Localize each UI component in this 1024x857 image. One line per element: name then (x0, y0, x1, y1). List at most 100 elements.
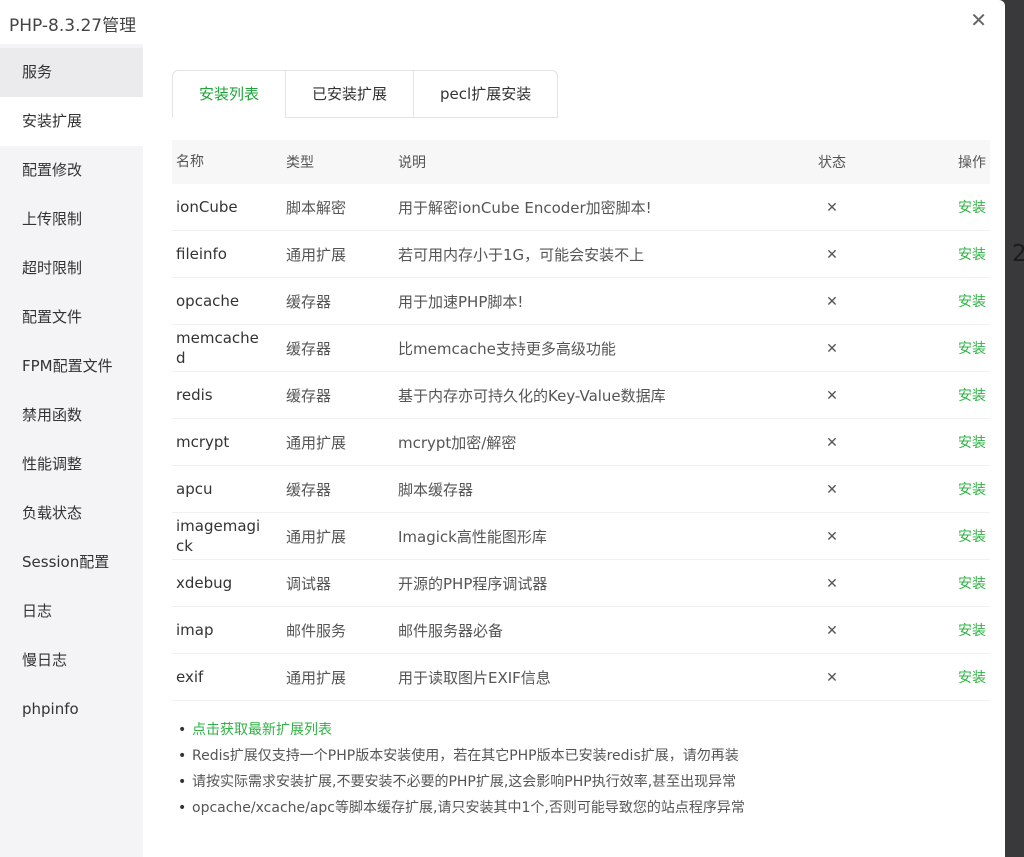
extension-description: 邮件服务器必备 (394, 620, 782, 641)
not-installed-icon: ✕ (826, 529, 838, 545)
extension-type: 缓存器 (282, 385, 394, 406)
extension-description: mcrypt加密/解密 (394, 432, 782, 453)
extension-name: apcu (172, 479, 282, 499)
status-cell: ✕ (782, 480, 882, 498)
install-link[interactable]: 安装 (958, 482, 986, 498)
operation-cell: 安装 (882, 479, 990, 499)
column-header-oper: 操作 (882, 152, 990, 172)
extension-description: Imagick高性能图形库 (394, 526, 782, 547)
install-link[interactable]: 安装 (958, 247, 986, 263)
php-manage-dialog: PHP-8.3.27管理 ✕ 服务安装扩展配置修改上传限制超时限制配置文件FPM… (0, 0, 1005, 857)
install-link[interactable]: 安装 (958, 576, 986, 592)
column-header-type: 类型 (282, 152, 394, 172)
note-text: opcache/xcache/apc等脚本缓存扩展,请只安装其中1个,否则可能导… (192, 795, 745, 821)
sidebar-item-load-status[interactable]: 负载状态 (0, 489, 143, 538)
not-installed-icon: ✕ (826, 388, 838, 404)
status-cell: ✕ (782, 386, 882, 404)
sidebar-item-upload-limit[interactable]: 上传限制 (0, 195, 143, 244)
operation-cell: 安装 (882, 385, 990, 405)
install-link[interactable]: 安装 (958, 388, 986, 404)
extension-type: 缓存器 (282, 479, 394, 500)
extension-type: 邮件服务 (282, 620, 394, 641)
not-installed-icon: ✕ (826, 435, 838, 451)
extension-name: memcached (172, 328, 282, 368)
status-cell: ✕ (782, 527, 882, 545)
table-row-apcu: apcu缓存器脚本缓存器 ✕ 安装 (172, 466, 990, 513)
refresh-extension-list-link[interactable]: 点击获取最新扩展列表 (192, 717, 332, 743)
extension-description: 开源的PHP程序调试器 (394, 573, 782, 594)
sidebar-item-fpm-config-file[interactable]: FPM配置文件 (0, 342, 143, 391)
table-row-ionCube: ionCube脚本解密用于解密ionCube Encoder加密脚本!✕安装 (172, 184, 990, 231)
extension-type: 通用扩展 (282, 526, 394, 547)
operation-cell: 安装 (882, 573, 990, 593)
install-link[interactable]: 安装 (958, 529, 986, 545)
extension-type: 通用扩展 (282, 432, 394, 453)
extension-description: 脚本缓存器 (394, 479, 782, 500)
extension-description: 比memcache支持更多高级功能 (394, 338, 782, 359)
extensions-table: 名称类型说明状态操作 ionCube脚本解密用于解密ionCube Encode… (172, 140, 990, 701)
extension-name: fileinfo (172, 244, 282, 264)
note-item: •opcache/xcache/apc等脚本缓存扩展,请只安装其中1个,否则可能… (172, 795, 1005, 821)
table-row-redis: redis缓存器基于内存亦可持久化的Key-Value数据库✕安装 (172, 372, 990, 419)
bullet-icon: • (178, 769, 192, 795)
operation-cell: 安装 (882, 667, 990, 687)
bullet-icon: • (178, 795, 192, 821)
status-cell: ✕ (782, 339, 882, 357)
sidebar-item-log[interactable]: 日志 (0, 587, 143, 636)
status-cell: ✕ (782, 433, 882, 451)
extension-description: 用于读取图片EXIF信息 (394, 667, 782, 688)
sidebar-item-service[interactable]: 服务 (0, 48, 143, 97)
note-item: •Redis扩展仅支持一个PHP版本安装使用，若在其它PHP版本已安装redis… (172, 743, 1005, 769)
not-installed-icon: ✕ (826, 294, 838, 310)
column-header-desc: 说明 (394, 152, 782, 172)
table-row-imap: imap邮件服务邮件服务器必备✕安装 (172, 607, 990, 654)
sidebar-item-slow-log[interactable]: 慢日志 (0, 636, 143, 685)
extension-name: redis (172, 385, 282, 405)
table-row-memcached: memcached缓存器比memcache支持更多高级功能✕安装 (172, 325, 990, 372)
tab-install-list[interactable]: 安装列表 (172, 70, 286, 118)
install-link[interactable]: 安装 (958, 200, 986, 216)
column-header-name: 名称 (172, 152, 282, 172)
extension-name: mcrypt (172, 432, 282, 452)
tab-bar: 安装列表已安装扩展pecl扩展安装 (172, 70, 558, 118)
not-installed-icon: ✕ (826, 576, 838, 592)
operation-cell: 安装 (882, 526, 990, 546)
install-link[interactable]: 安装 (958, 623, 986, 639)
install-link[interactable]: 安装 (958, 341, 986, 357)
not-installed-icon: ✕ (826, 200, 838, 216)
sidebar-item-config-file[interactable]: 配置文件 (0, 293, 143, 342)
install-link[interactable]: 安装 (958, 294, 986, 310)
tab-pecl-ext-install[interactable]: pecl扩展安装 (414, 70, 558, 118)
not-installed-icon: ✕ (826, 623, 838, 639)
sidebar-item-performance-tuning[interactable]: 性能调整 (0, 440, 143, 489)
sidebar-item-phpinfo[interactable]: phpinfo (0, 685, 143, 734)
not-installed-icon: ✕ (826, 670, 838, 686)
sidebar-item-session-config[interactable]: Session配置 (0, 538, 143, 587)
sidebar-item-config-edit[interactable]: 配置修改 (0, 146, 143, 195)
bullet-icon: • (178, 743, 192, 769)
note-item: •点击获取最新扩展列表 (172, 717, 1005, 743)
note-text: Redis扩展仅支持一个PHP版本安装使用，若在其它PHP版本已安装redis扩… (192, 743, 739, 769)
table-header: 名称类型说明状态操作 (172, 140, 990, 184)
extension-type: 缓存器 (282, 291, 394, 312)
bullet-icon: • (178, 717, 192, 743)
extension-type: 调试器 (282, 573, 394, 594)
table-row-xdebug: xdebug调试器开源的PHP程序调试器 ✕ 安装 (172, 560, 990, 607)
sidebar-item-disabled-functions[interactable]: 禁用函数 (0, 391, 143, 440)
status-cell: ✕ (782, 198, 882, 216)
background-partial-text: 2 (1012, 241, 1024, 267)
table-row-opcache: opcache缓存器用于加速PHP脚本!✕安装 (172, 278, 990, 325)
install-link[interactable]: 安装 (958, 435, 986, 451)
status-cell: ✕ (782, 245, 882, 263)
sidebar-item-timeout-limit[interactable]: 超时限制 (0, 244, 143, 293)
install-link[interactable]: 安装 (958, 670, 986, 686)
extension-name: ionCube (172, 197, 282, 217)
table-row-imagemagick: imagemagick通用扩展Imagick高性能图形库✕安装 (172, 513, 990, 560)
sidebar-item-install-extensions[interactable]: 安装扩展 (0, 97, 143, 146)
not-installed-icon: ✕ (826, 482, 838, 498)
close-icon[interactable]: ✕ (970, 8, 987, 32)
extension-name: xdebug (172, 573, 282, 593)
tab-installed-ext[interactable]: 已安装扩展 (286, 70, 414, 118)
extension-type: 通用扩展 (282, 244, 394, 265)
extension-name: exif (172, 667, 282, 687)
